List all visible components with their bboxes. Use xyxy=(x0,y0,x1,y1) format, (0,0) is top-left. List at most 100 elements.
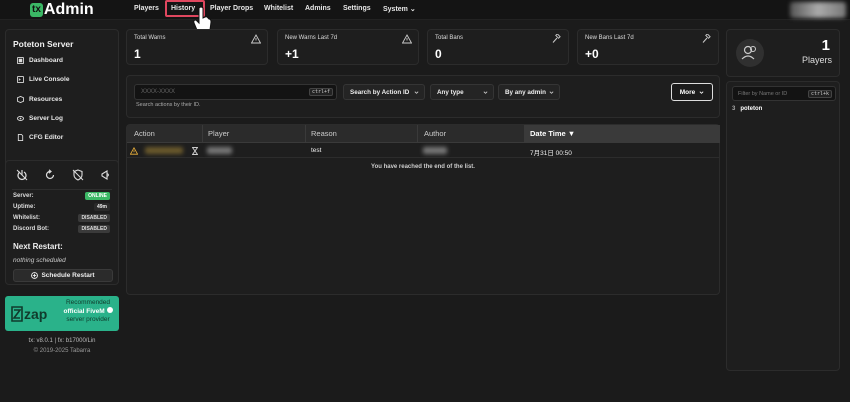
copyright-text: © 2019-2025 Tabarra xyxy=(33,348,91,354)
col-reason[interactable]: Reason xyxy=(311,129,337,138)
col-author[interactable]: Author xyxy=(424,129,446,138)
warning-icon xyxy=(130,147,138,155)
card-new-warns: New Warns Last 7d +1 xyxy=(277,29,419,65)
players-count-panel: 1 Players xyxy=(726,29,840,77)
power-icon[interactable] xyxy=(16,169,28,181)
row-datetime: 7月31日 00:50 xyxy=(530,150,572,157)
dashboard-icon xyxy=(17,57,24,64)
menu-live-console[interactable]: Live Console xyxy=(17,76,69,83)
stat-discord-label: Discord Bot: xyxy=(13,226,49,232)
player-id: 3 xyxy=(732,106,736,112)
col-divider xyxy=(417,125,418,143)
card-title: Total Warns xyxy=(134,35,166,41)
stat-whitelist-label: Whitelist: xyxy=(13,215,40,221)
card-value: 1 xyxy=(134,47,141,61)
nav-settings[interactable]: Settings xyxy=(343,5,371,12)
stat-uptime-label: Uptime: xyxy=(13,204,36,210)
admin-select[interactable]: By any admin xyxy=(498,84,560,100)
type-value: Any type xyxy=(437,88,464,96)
list-item[interactable]: 3 poteton xyxy=(732,106,762,112)
menu-cfg-editor-label: CFG Editor xyxy=(29,134,64,141)
col-datetime[interactable]: Date Time ▼ xyxy=(530,129,575,138)
eye-icon xyxy=(17,116,24,121)
whitelist-badge: DISABLED xyxy=(78,214,110,222)
console-icon xyxy=(17,76,24,83)
history-table: Action Player Reason Author Date Time ▼ … xyxy=(126,124,720,295)
chevron-down-icon xyxy=(699,90,704,94)
zap-hosting-banner[interactable]: zap Recommended official FiveM server pr… xyxy=(5,296,119,331)
search-hint: Search actions by their ID. xyxy=(136,102,201,108)
chevron-down-icon xyxy=(549,91,554,94)
author-name-blurred xyxy=(423,147,447,154)
nav-system[interactable]: System ⌄ xyxy=(383,5,416,13)
player-count: 1 xyxy=(821,37,830,54)
zap-line3: server provider xyxy=(66,316,110,323)
plus-circle-icon xyxy=(31,272,39,279)
shield-off-icon[interactable] xyxy=(72,169,84,181)
uptime-badge: 49m xyxy=(93,203,110,211)
logo-admin: Admin xyxy=(43,0,94,18)
more-button[interactable]: More xyxy=(671,83,713,101)
col-divider xyxy=(202,125,203,143)
col-player[interactable]: Player xyxy=(208,129,229,138)
menu-resources[interactable]: Resources xyxy=(17,96,62,103)
history-filters: XXXX-XXXX ctrl+f Search actions by their… xyxy=(126,75,720,118)
gavel-icon xyxy=(702,34,711,43)
zap-line1: Recommended xyxy=(65,299,111,306)
chevron-down-icon: ⌄ xyxy=(409,6,416,13)
server-control-panel: Server: ONLINE Uptime: 49m Whitelist: DI… xyxy=(5,160,119,285)
players-label: Players xyxy=(801,55,832,65)
menu-cfg-editor[interactable]: CFG Editor xyxy=(17,134,63,141)
action-id-blurred xyxy=(145,147,183,154)
verified-icon xyxy=(106,307,113,313)
col-divider xyxy=(305,125,306,143)
search-placeholder: XXXX-XXXX xyxy=(141,89,176,95)
gavel-icon xyxy=(552,34,561,43)
status-badge-online: ONLINE xyxy=(85,192,110,200)
restart-icon[interactable] xyxy=(44,169,56,181)
card-title: New Warns Last 7d xyxy=(285,35,338,41)
admin-value: By any admin xyxy=(505,88,546,96)
menu-dashboard[interactable]: Dashboard xyxy=(17,57,63,64)
col-action[interactable]: Action xyxy=(134,129,155,138)
nav-admins[interactable]: Admins xyxy=(305,5,331,12)
search-by-select[interactable]: Search by Action ID xyxy=(343,84,425,100)
zap-line2: official FiveM xyxy=(63,308,105,315)
more-label: More xyxy=(679,88,696,96)
shortcut-hint: ctrl+k xyxy=(807,90,832,98)
player-name-blurred xyxy=(207,147,232,154)
type-select[interactable]: Any type xyxy=(430,84,494,100)
card-value: +0 xyxy=(585,47,599,61)
txadmin-logo[interactable]: tx Admin xyxy=(30,1,94,18)
next-restart-title: Next Restart: xyxy=(13,242,63,251)
table-header: Action Player Reason Author Date Time ▼ xyxy=(127,125,720,143)
card-value: +1 xyxy=(285,47,299,61)
menu-live-console-label: Live Console xyxy=(29,76,70,83)
nav-system-label: System xyxy=(383,6,408,13)
row-reason: test xyxy=(311,147,322,154)
nav-players[interactable]: Players xyxy=(134,5,159,12)
server-menu-panel: Poteton Server Dashboard Live Console Re… xyxy=(5,29,119,175)
nav-player-drops[interactable]: Player Drops xyxy=(210,5,253,12)
card-value: 0 xyxy=(435,47,442,61)
menu-dashboard-label: Dashboard xyxy=(29,57,63,64)
server-name: Poteton Server xyxy=(13,39,74,49)
nav-whitelist[interactable]: Whitelist xyxy=(264,5,293,12)
menu-server-log-label: Server Log xyxy=(29,115,63,122)
menu-server-log[interactable]: Server Log xyxy=(17,115,63,122)
player-filter-input[interactable]: Filter by Name or ID ctrl+k xyxy=(732,86,836,101)
divider xyxy=(12,189,112,190)
card-new-bans: New Bans Last 7d +0 xyxy=(577,29,719,65)
table-row[interactable]: test 7月31日 00:50 xyxy=(127,144,719,158)
zap-logo-text: zap xyxy=(24,306,47,322)
schedule-restart-button[interactable]: Schedule Restart xyxy=(13,269,113,282)
action-id-search-input[interactable]: XXXX-XXXX ctrl+f xyxy=(134,84,337,100)
zap-logo-icon: zap xyxy=(11,306,47,322)
logo-tx: tx xyxy=(30,2,43,17)
megaphone-icon[interactable] xyxy=(100,169,112,181)
user-profile-blurred[interactable] xyxy=(790,2,846,18)
discord-badge: DISABLED xyxy=(78,225,110,233)
card-total-warns: Total Warns 1 xyxy=(126,29,268,65)
chevron-down-icon xyxy=(414,91,419,94)
shortcut-hint: ctrl+f xyxy=(308,88,333,96)
